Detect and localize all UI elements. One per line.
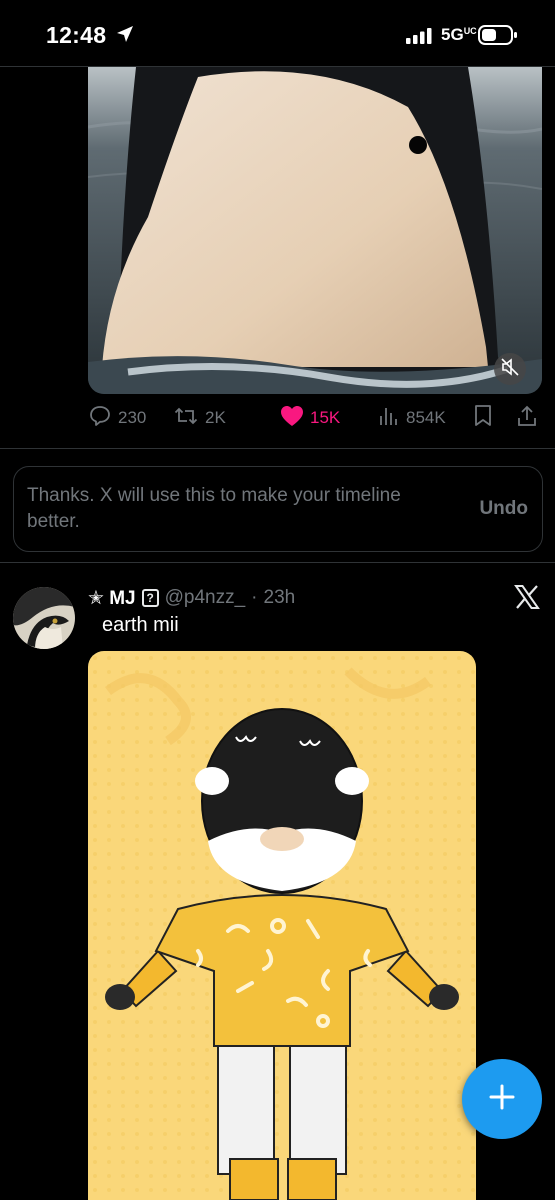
compose-button[interactable] [462, 1059, 542, 1139]
feedback-message: Thanks. X will use this to make your tim… [27, 485, 401, 532]
user-handle[interactable]: @p4nzz_ [165, 587, 246, 609]
post-actions: 230 2K 15K 854K [88, 400, 548, 436]
like-button[interactable]: 15K [280, 400, 340, 436]
bookmark-icon [472, 404, 494, 433]
orca-video-frame [88, 67, 542, 394]
undo-button[interactable]: Undo [479, 498, 528, 520]
status-time: 12:48 [46, 22, 107, 48]
divider [0, 448, 555, 449]
repost-count: 2K [205, 408, 226, 427]
post-time[interactable]: 23h [264, 587, 296, 609]
reply-button[interactable]: 230 [88, 400, 146, 436]
views-button[interactable]: 854K [378, 400, 446, 436]
reply-count: 230 [118, 408, 147, 427]
x-logo-icon [514, 585, 540, 614]
share-button[interactable] [516, 400, 538, 436]
heart-icon [280, 405, 304, 432]
post-image[interactable] [88, 651, 476, 1200]
bookmark-button[interactable] [472, 400, 494, 436]
mii-character-image [88, 651, 476, 1200]
status-bar: 12:48 5GUC [0, 0, 555, 66]
location-arrow-icon [116, 25, 134, 48]
plus-icon [488, 1083, 516, 1116]
repost-icon [173, 404, 199, 433]
views-count: 854K [406, 408, 446, 427]
views-icon [378, 405, 400, 432]
mute-icon [501, 357, 519, 381]
network-label: 5GUC [441, 25, 477, 44]
separator-dot: · [251, 587, 258, 608]
name-badge: ? [141, 589, 159, 607]
like-count: 15K [310, 408, 341, 427]
battery-icon [478, 25, 518, 50]
display-name[interactable]: ✭ MJ [88, 587, 136, 610]
share-icon [516, 404, 538, 433]
feedback-card: Thanks. X will use this to make your tim… [13, 466, 543, 552]
mute-button[interactable] [494, 353, 526, 385]
repost-button[interactable]: 2K [173, 400, 226, 436]
post-text: earth mii [102, 614, 179, 636]
divider [0, 562, 555, 563]
post-video[interactable] [88, 67, 542, 394]
avatar[interactable] [13, 587, 75, 649]
post-header: ✭ MJ ? @p4nzz_ · 23h [88, 585, 295, 611]
reply-icon [88, 404, 112, 433]
signal-icon [406, 28, 432, 49]
